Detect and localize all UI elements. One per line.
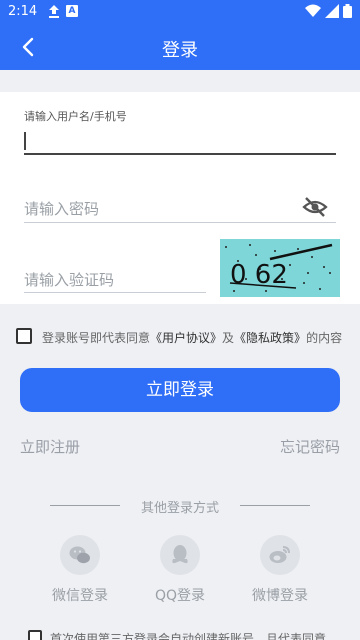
other-login-label: 其他登录方式 [140, 501, 219, 516]
weibo-icon [260, 535, 300, 575]
status-bar: 2:14 A [0, 0, 360, 24]
username-label: 请输入用户名/手机号 [24, 110, 127, 123]
qq-login-label: QQ登录 [154, 588, 206, 604]
password-underline [24, 222, 336, 223]
wechat-icon [60, 535, 100, 575]
user-agreement-link[interactable]: 《用户协议》 [150, 331, 222, 345]
status-time: 2:14 [8, 4, 38, 19]
third-party-checkbox[interactable] [28, 630, 42, 640]
third-party-notice: 首次使用第三方登录会自动创建新账号，且代表同意 [28, 630, 348, 640]
qq-login-button[interactable]: QQ登录 [135, 535, 225, 605]
agreement-text: 登录账号即代表同意《用户协议》及《隐私政策》的内容 [42, 329, 342, 346]
agreement-prefix: 登录账号即代表同意 [42, 331, 151, 345]
signal-icon [325, 4, 339, 18]
password-input[interactable]: 请输入密码 [24, 198, 99, 219]
qq-icon [160, 535, 200, 575]
eye-off-icon[interactable] [302, 196, 328, 218]
username-input[interactable] [24, 130, 334, 154]
captcha-image[interactable]: 0 62 [220, 239, 340, 297]
page-title: 登录 [162, 40, 198, 61]
agreement-checkbox[interactable] [16, 328, 32, 344]
captcha-underline [24, 292, 206, 293]
captcha-text: 0 62 [230, 260, 288, 290]
battery-icon [343, 4, 352, 18]
forgot-password-link[interactable]: 忘记密码 [280, 436, 340, 457]
wechat-login-button[interactable]: 微信登录 [35, 535, 125, 605]
register-link[interactable]: 立即注册 [20, 436, 80, 457]
agreement-suffix: 的内容 [306, 331, 343, 345]
wifi-icon [305, 4, 321, 17]
upload-icon [48, 4, 60, 22]
login-button[interactable]: 立即登录 [20, 368, 340, 412]
third-party-notice-text: 首次使用第三方登录会自动创建新账号，且代表同意 [50, 632, 327, 640]
captcha-input[interactable]: 请输入验证码 [24, 269, 114, 290]
app-bar: 登录 [0, 24, 360, 70]
status-icons [305, 4, 352, 18]
notification-a-icon: A [66, 5, 78, 17]
privacy-policy-link[interactable]: 《隐私政策》 [234, 331, 306, 345]
weibo-login-label: 微博登录 [252, 588, 308, 604]
wechat-login-label: 微信登录 [52, 588, 108, 604]
agreement-and: 及 [222, 331, 235, 345]
agreement-row: 登录账号即代表同意《用户协议》及《隐私政策》的内容 [16, 326, 352, 348]
weibo-login-button[interactable]: 微博登录 [235, 535, 325, 605]
username-underline [24, 153, 336, 155]
login-form: 请输入用户名/手机号 请输入密码 请输入验证码 0 62 [0, 92, 360, 304]
